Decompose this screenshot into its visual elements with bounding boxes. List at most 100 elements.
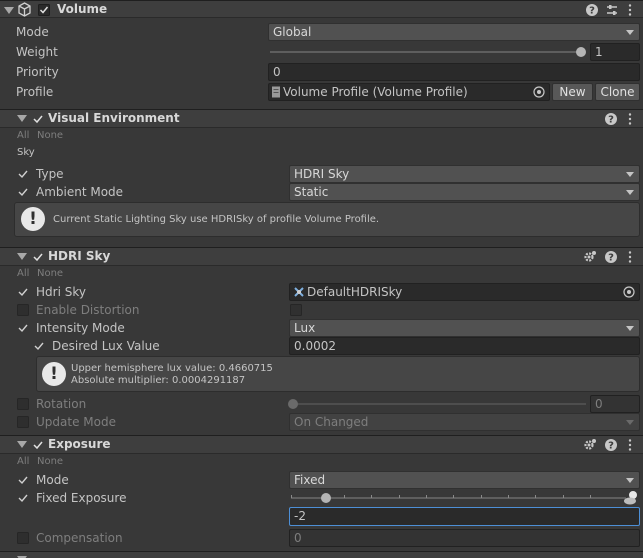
svg-text:?: ? [608, 253, 614, 264]
kebab-menu-icon[interactable] [626, 250, 640, 264]
weight-slider-track[interactable] [270, 51, 582, 53]
new-profile-button[interactable]: New [552, 83, 593, 101]
fixed-exposure-slider-knob[interactable] [321, 493, 331, 503]
clone-profile-button[interactable]: Clone [595, 83, 640, 101]
chevron-down-icon [626, 478, 634, 483]
hdri-value: DefaultHDRISky [307, 285, 403, 299]
gear-icon[interactable] [583, 438, 597, 452]
gear-icon[interactable] [583, 250, 597, 264]
static-sky-help-text: Current Static Lighting Sky use HDRISky … [53, 214, 380, 225]
intensity-mode-dropdown[interactable]: Lux [289, 319, 640, 337]
object-picker-icon[interactable] [533, 86, 545, 98]
update-mode-override-checkbox[interactable] [17, 416, 29, 428]
visual-environment-enabled-checkbox[interactable] [32, 113, 44, 125]
component-title: Volume [57, 2, 108, 16]
help-icon[interactable]: ? [604, 438, 618, 452]
compensation-input[interactable]: 0 [289, 529, 640, 547]
hdri-sky-enabled-checkbox[interactable] [32, 251, 44, 263]
rotation-label: Rotation [36, 397, 87, 411]
volume-cube-icon [18, 2, 31, 17]
override-all-link[interactable]: All [17, 130, 29, 141]
priority-input[interactable]: 0 [268, 63, 640, 81]
exposure-mode-label: Mode [36, 473, 69, 487]
lux-info-line2: Absolute multiplier: 0.0004291187 [71, 375, 246, 386]
update-mode-label: Update Mode [36, 415, 116, 429]
weight-slider-knob[interactable] [576, 47, 586, 57]
override-all-link[interactable]: All [17, 456, 29, 467]
rotation-slider-knob[interactable] [288, 399, 298, 409]
intensity-mode-value: Lux [294, 321, 316, 335]
sun-cloud-icon [624, 491, 637, 505]
override-none-link[interactable]: None [37, 130, 63, 141]
exposure-mode-override-checkbox[interactable] [17, 474, 29, 486]
help-icon[interactable]: ? [604, 112, 618, 126]
volume-enabled-checkbox[interactable] [38, 4, 50, 16]
visual-environment-title: Visual Environment [48, 111, 180, 125]
enable-distortion-toggle[interactable] [290, 304, 302, 316]
volume-component-header[interactable]: Volume ? [0, 0, 643, 18]
next-component-header[interactable] [0, 551, 643, 558]
foldout-arrow-icon[interactable] [17, 441, 27, 448]
help-icon[interactable]: ? [604, 250, 618, 264]
update-mode-value: On Changed [294, 415, 369, 429]
update-mode-dropdown[interactable]: On Changed [289, 413, 640, 431]
ambient-mode-label: Ambient Mode [36, 185, 124, 199]
compensation-value: 0 [294, 531, 302, 545]
kebab-menu-icon[interactable] [626, 438, 640, 452]
mode-dropdown[interactable]: Global [268, 23, 640, 41]
desired-lux-input[interactable]: 0.0002 [289, 337, 640, 355]
type-override-checkbox[interactable] [17, 168, 29, 180]
fixed-exposure-label: Fixed Exposure [36, 491, 127, 505]
volume-profile-asset-icon [272, 86, 280, 98]
rotation-slider-track[interactable] [291, 403, 586, 405]
chevron-down-icon [626, 420, 634, 425]
lux-info-help-box: ! Upper hemisphere lux value: 0.4660715 … [36, 356, 640, 392]
kebab-menu-icon[interactable] [626, 112, 640, 126]
rotation-input[interactable]: 0 [590, 395, 640, 413]
profile-object-field[interactable]: Volume Profile (Volume Profile) [268, 83, 550, 101]
rotation-override-checkbox[interactable] [17, 398, 29, 410]
type-label: Type [36, 167, 64, 181]
help-icon[interactable]: ? [585, 3, 599, 17]
object-picker-icon[interactable] [623, 286, 635, 298]
warning-icon: ! [42, 362, 66, 386]
exposure-header[interactable]: Exposure ? [0, 435, 643, 454]
override-none-link[interactable]: None [37, 268, 63, 279]
compensation-override-checkbox[interactable] [17, 532, 29, 544]
priority-value: 0 [273, 65, 281, 79]
kebab-menu-icon[interactable] [626, 3, 640, 17]
desired-lux-label: Desired Lux Value [52, 339, 160, 353]
foldout-arrow-icon[interactable] [4, 7, 14, 14]
hdri-override-checkbox[interactable] [17, 286, 29, 298]
hdri-sky-title: HDRI Sky [48, 249, 111, 263]
hdri-cubemap-field[interactable]: DefaultHDRISky [289, 283, 640, 301]
chevron-down-icon [626, 190, 634, 195]
fixed-exposure-value: -2 [294, 509, 306, 523]
hdri-sky-label: Hdri Sky [36, 285, 86, 299]
sky-type-dropdown[interactable]: HDRI Sky [289, 165, 640, 183]
ambient-override-checkbox[interactable] [17, 186, 29, 198]
fixed-exposure-override-checkbox[interactable] [17, 492, 29, 504]
exposure-mode-dropdown[interactable]: Fixed [289, 471, 640, 489]
preset-settings-icon[interactable] [605, 3, 619, 17]
distortion-override-checkbox[interactable] [17, 304, 29, 316]
intensity-override-checkbox[interactable] [17, 322, 29, 334]
override-all-link[interactable]: All [17, 268, 29, 279]
foldout-arrow-icon[interactable] [17, 115, 27, 122]
ambient-mode-value: Static [294, 185, 329, 199]
weight-label: Weight [16, 45, 58, 59]
ambient-mode-dropdown[interactable]: Static [289, 183, 640, 201]
static-sky-help-box: ! Current Static Lighting Sky use HDRISk… [14, 202, 640, 237]
override-none-link[interactable]: None [37, 456, 63, 467]
hdri-sky-header[interactable]: HDRI Sky ? [0, 247, 643, 266]
exposure-enabled-checkbox[interactable] [32, 439, 44, 451]
sky-type-value: HDRI Sky [294, 167, 350, 181]
rotation-value: 0 [595, 397, 603, 411]
fixed-exposure-input[interactable]: -2 [289, 507, 640, 526]
chevron-down-icon [626, 172, 634, 177]
weight-value: 1 [595, 45, 603, 59]
lux-override-checkbox[interactable] [33, 340, 45, 352]
foldout-arrow-icon[interactable] [17, 253, 27, 260]
weight-input[interactable]: 1 [590, 43, 640, 61]
visual-environment-header[interactable]: Visual Environment ? [0, 109, 643, 128]
